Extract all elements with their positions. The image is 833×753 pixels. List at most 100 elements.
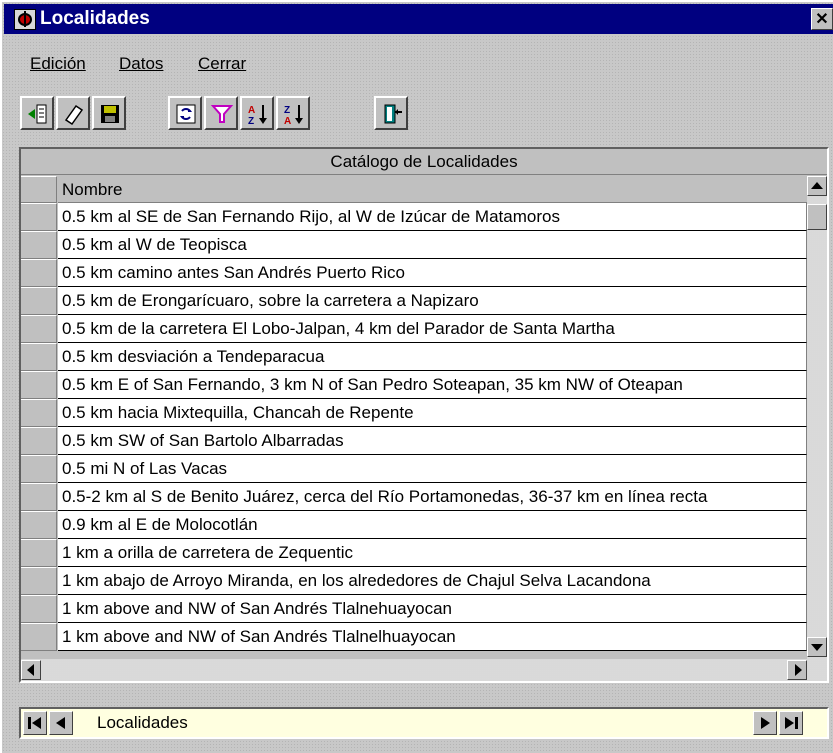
- table-cell[interactable]: 0.5 km desviación a Tendeparacua: [58, 343, 807, 371]
- vertical-scrollbar[interactable]: [807, 176, 827, 659]
- previous-record-button[interactable]: [49, 711, 73, 735]
- table-cell[interactable]: 0.5 km SW of San Bartolo Albarradas: [58, 427, 807, 455]
- table-cell[interactable]: 0.5 km de la carretera El Lobo-Jalpan, 4…: [58, 315, 807, 343]
- next-record-button[interactable]: [753, 711, 777, 735]
- svg-text:A: A: [284, 116, 291, 126]
- row-indicator[interactable]: [21, 595, 57, 623]
- column-header-nombre[interactable]: Nombre: [58, 176, 807, 203]
- sort-descending-icon: Z A: [284, 105, 303, 126]
- table-cell[interactable]: 0.5 km E of San Fernando, 3 km N of San …: [58, 371, 807, 399]
- table-row[interactable]: 1 km above and NW of San Andrés Tlalnehu…: [21, 595, 807, 623]
- row-indicator[interactable]: [21, 399, 57, 427]
- table-cell[interactable]: 1 km a orilla de carretera de Zequentic: [58, 539, 807, 567]
- row-indicator[interactable]: [21, 371, 57, 399]
- title-bar[interactable]: Localidades ✕: [4, 4, 833, 34]
- row-indicator[interactable]: [21, 231, 57, 259]
- row-indicator[interactable]: [21, 623, 57, 651]
- row-indicator[interactable]: [21, 427, 57, 455]
- scroll-right-button[interactable]: [787, 660, 807, 680]
- menu-edicion-label: Edición: [30, 54, 86, 73]
- table-row[interactable]: 0.5 km al SE de San Fernando Rijo, al W …: [21, 203, 807, 231]
- next-record-icon: [761, 717, 770, 729]
- menu-datos-label: Datos: [119, 54, 164, 73]
- table-row[interactable]: 0.9 km al E de Molocotlán: [21, 511, 807, 539]
- eraser-button[interactable]: [56, 96, 90, 130]
- scroll-up-button[interactable]: [807, 176, 827, 196]
- row-indicator[interactable]: [21, 511, 57, 539]
- last-record-button[interactable]: [779, 711, 803, 735]
- row-indicator[interactable]: [21, 315, 57, 343]
- save-button[interactable]: [92, 96, 126, 130]
- grid-caption: Catálogo de Localidades: [21, 149, 827, 175]
- sort-ascending-button[interactable]: A Z: [240, 96, 274, 130]
- table-cell[interactable]: 0.5 km de Erongarícuaro, sobre la carret…: [58, 287, 807, 315]
- last-record-icon: [785, 717, 798, 729]
- table-cell[interactable]: 0.5-2 km al S de Benito Juárez, cerca de…: [58, 483, 807, 511]
- table-row[interactable]: 0.5 km E of San Fernando, 3 km N of San …: [21, 371, 807, 399]
- column-header-row: Nombre: [21, 176, 807, 203]
- table-cell[interactable]: 1 km abajo de Arroyo Miranda, en los alr…: [58, 567, 807, 595]
- table-row[interactable]: 0.5-2 km al S de Benito Juárez, cerca de…: [21, 483, 807, 511]
- row-indicator[interactable]: [21, 343, 57, 371]
- svg-text:Z: Z: [284, 105, 290, 116]
- refresh-icon: [176, 104, 196, 124]
- row-indicator[interactable]: [21, 259, 57, 287]
- window-title: Localidades: [40, 8, 150, 29]
- data-grid: Catálogo de Localidades Nombre 0.5 km al…: [19, 147, 829, 683]
- row-indicator-header: [21, 176, 57, 203]
- record-navigator: Localidades: [19, 707, 829, 739]
- menu-bar: Edición Datos Cerrar: [4, 52, 833, 78]
- close-button[interactable]: ✕: [811, 8, 833, 30]
- sort-descending-button[interactable]: Z A: [276, 96, 310, 130]
- table-cell[interactable]: 0.5 mi N of Las Vacas: [58, 455, 807, 483]
- navigator-label: Localidades: [97, 713, 188, 732]
- row-indicator[interactable]: [21, 483, 57, 511]
- menu-cerrar-label: Cerrar: [198, 54, 247, 73]
- arrow-down-icon: [811, 644, 823, 651]
- exit-button[interactable]: [374, 96, 408, 130]
- new-record-icon: [28, 104, 47, 124]
- table-cell[interactable]: 1 km above and NW of San Andrés Tlalnehu…: [58, 595, 807, 623]
- horizontal-scrollbar[interactable]: [21, 659, 827, 681]
- row-indicator[interactable]: [21, 567, 57, 595]
- filter-button[interactable]: [204, 96, 238, 130]
- menu-datos[interactable]: Datos: [119, 54, 163, 74]
- table-row[interactable]: 0.5 km de la carretera El Lobo-Jalpan, 4…: [21, 315, 807, 343]
- table-cell[interactable]: 1 km above and NW of San Andrés Tlalnelh…: [58, 623, 807, 651]
- new-record-button[interactable]: [20, 96, 54, 130]
- table-cell[interactable]: 0.5 km hacia Mixtequilla, Chancah de Rep…: [58, 399, 807, 427]
- sort-ascending-icon: A Z: [248, 105, 267, 126]
- table-row[interactable]: 0.5 km hacia Mixtequilla, Chancah de Rep…: [21, 399, 807, 427]
- first-record-button[interactable]: [23, 711, 47, 735]
- close-icon: ✕: [815, 11, 829, 28]
- previous-record-icon: [56, 717, 65, 729]
- refresh-button[interactable]: [168, 96, 202, 130]
- menu-cerrar[interactable]: Cerrar: [198, 54, 246, 74]
- arrow-left-icon: [27, 664, 34, 676]
- bug-icon[interactable]: [14, 9, 36, 30]
- table-row[interactable]: 1 km a orilla de carretera de Zequentic: [21, 539, 807, 567]
- table-cell[interactable]: 0.5 km al W de Teopisca: [58, 231, 807, 259]
- arrow-right-icon: [795, 664, 802, 676]
- exit-icon: [384, 104, 402, 124]
- table-row[interactable]: 0.5 km de Erongarícuaro, sobre la carret…: [21, 287, 807, 315]
- arrow-up-icon: [811, 182, 823, 189]
- table-cell[interactable]: 0.5 km al SE de San Fernando Rijo, al W …: [58, 203, 807, 231]
- table-row[interactable]: 0.5 km camino antes San Andrés Puerto Ri…: [21, 259, 807, 287]
- menu-edicion[interactable]: Edición: [30, 54, 86, 74]
- table-row[interactable]: 0.5 km desviación a Tendeparacua: [21, 343, 807, 371]
- scroll-thumb[interactable]: [807, 204, 827, 230]
- table-row[interactable]: 1 km above and NW of San Andrés Tlalnelh…: [21, 623, 807, 651]
- row-indicator[interactable]: [21, 287, 57, 315]
- table-cell[interactable]: 0.5 km camino antes San Andrés Puerto Ri…: [58, 259, 807, 287]
- table-row[interactable]: 1 km abajo de Arroyo Miranda, en los alr…: [21, 567, 807, 595]
- table-row[interactable]: 0.5 km al W de Teopisca: [21, 231, 807, 259]
- table-row[interactable]: 0.5 km SW of San Bartolo Albarradas: [21, 427, 807, 455]
- row-indicator[interactable]: [21, 203, 57, 231]
- table-row[interactable]: 0.5 mi N of Las Vacas: [21, 455, 807, 483]
- scroll-left-button[interactable]: [21, 660, 41, 680]
- row-indicator[interactable]: [21, 539, 57, 567]
- table-cell[interactable]: 0.9 km al E de Molocotlán: [58, 511, 807, 539]
- row-indicator[interactable]: [21, 455, 57, 483]
- scroll-down-button[interactable]: [807, 637, 827, 657]
